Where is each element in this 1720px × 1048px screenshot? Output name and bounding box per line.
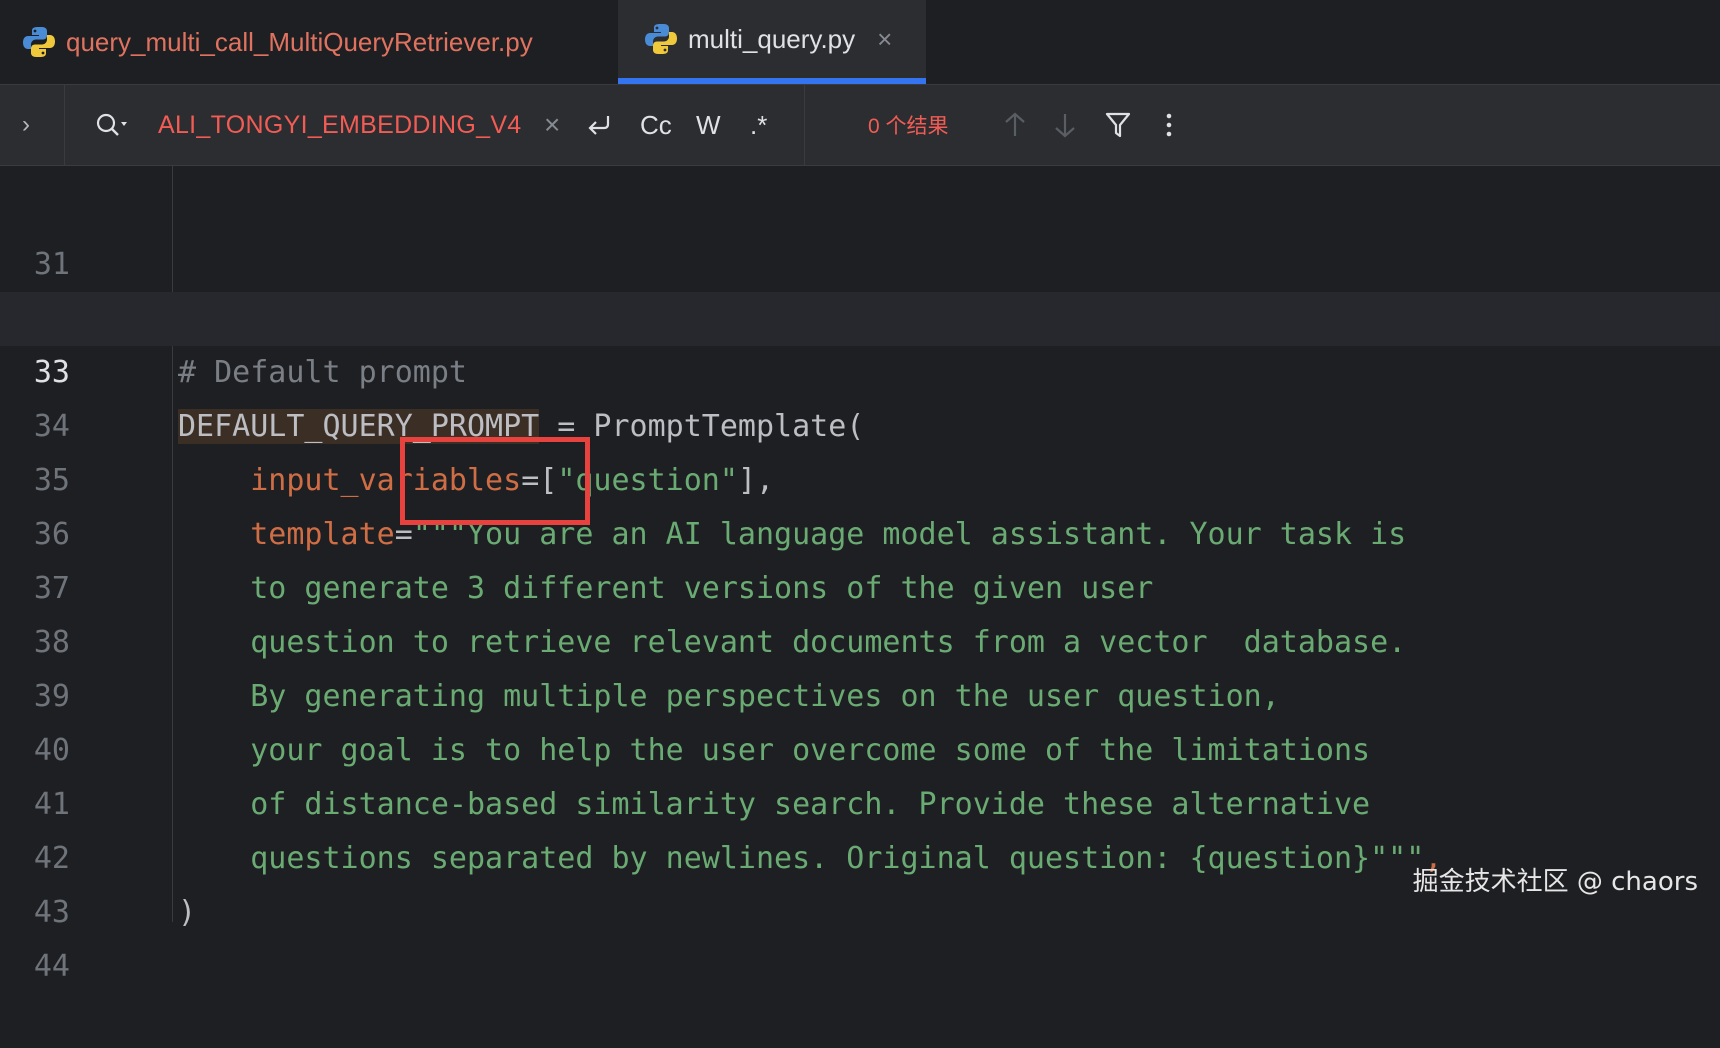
find-bar: › ALI_TONGYI_EMBEDDING_V4 × Cc W .* 0 个结… [0, 85, 1720, 166]
line-number: 44 [33, 949, 70, 984]
divider [64, 85, 65, 165]
new-line-icon[interactable] [584, 85, 614, 165]
regex-button[interactable]: .* [750, 85, 767, 165]
code-line: 42 ) [0, 778, 1720, 930]
filter-icon[interactable] [1104, 85, 1132, 165]
code-line: 35 template="""You are an AI language mo… [0, 400, 1720, 552]
code-line: 36 to generate 3 different versions of t… [0, 454, 1720, 606]
code-line: 40 of distance-based similarity search. … [0, 670, 1720, 822]
highlight-annotation-box [400, 437, 590, 525]
search-input[interactable]: ALI_TONGYI_EMBEDDING_V4 [158, 85, 522, 165]
more-options-icon[interactable] [1164, 85, 1174, 165]
python-icon [644, 22, 678, 56]
expand-replace-chevron-icon[interactable]: › [22, 85, 30, 165]
tab-multi-query[interactable]: multi_query.py × [618, 0, 926, 84]
close-tab-icon[interactable]: × [877, 24, 892, 55]
arrow-up-icon[interactable] [1002, 85, 1028, 165]
code-line: 34 input_variables=["question"], [0, 346, 1720, 498]
tab-query-multi-call[interactable]: query_multi_call_MultiQueryRetriever.py [22, 0, 612, 84]
match-case-button[interactable]: Cc [640, 85, 672, 165]
divider [804, 85, 805, 165]
code-line: 41 questions separated by newlines. Orig… [0, 724, 1720, 876]
code-line-current: 33 DEFAULT_QUERY_PROMPT = PromptTemplate… [0, 292, 1720, 444]
code-line: 38 By generating multiple perspectives o… [0, 562, 1720, 714]
tab-label: multi_query.py [688, 23, 856, 54]
python-icon [22, 25, 56, 59]
words-button[interactable]: W [696, 85, 721, 165]
watermark: 掘金技术社区 @ chaors [1412, 867, 1698, 897]
editor-tab-bar: query_multi_call_MultiQueryRetriever.py … [0, 0, 1720, 85]
code-line: 32 # Default prompt [0, 238, 1720, 390]
search-history-icon[interactable] [94, 85, 130, 165]
arrow-down-icon[interactable] [1052, 85, 1078, 165]
search-result-count: 0 个结果 [868, 115, 949, 138]
code-line: 31 [0, 184, 1720, 282]
code-editor[interactable]: 31 32 # Default prompt 33 DEFAULT_QUERY_… [0, 166, 1720, 984]
code-line: 39 your goal is to help the user overcom… [0, 616, 1720, 768]
code-line: 37 question to retrieve relevant documen… [0, 508, 1720, 660]
tab-label: query_multi_call_MultiQueryRetriever.py [66, 26, 533, 57]
clear-search-icon[interactable]: × [544, 85, 560, 165]
